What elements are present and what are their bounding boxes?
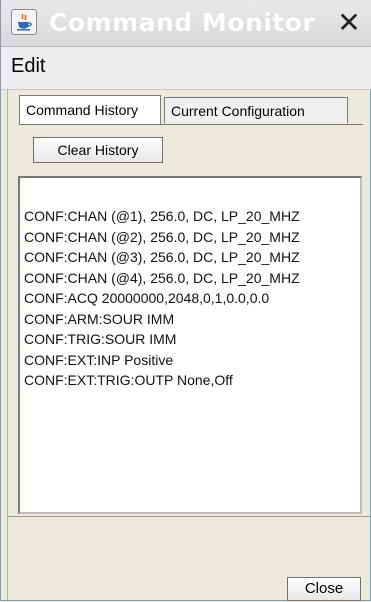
history-list: CONF:CHAN (@1), 256.0, DC, LP_20_MHZ CON… <box>24 206 300 391</box>
panel-left-border <box>7 89 8 602</box>
java-cup-icon <box>11 9 37 35</box>
menu-edit[interactable]: Edit <box>11 55 45 78</box>
history-line: CONF:TRIG:SOUR IMM <box>24 331 177 347</box>
tab-command-history[interactable]: Command History <box>19 95 161 125</box>
close-button[interactable]: Close <box>287 577 361 601</box>
window-title: Command Monitor <box>49 8 316 37</box>
tab-divider <box>19 124 363 125</box>
history-line: CONF:ARM:SOUR IMM <box>24 310 175 327</box>
history-line: CONF:EXT:TRIG:OUTP None,Off <box>24 372 233 388</box>
history-line: CONF:CHAN (@1), 256.0, DC, LP_20_MHZ <box>24 208 300 224</box>
title-bar[interactable]: Command Monitor ✕ <box>1 0 371 47</box>
close-icon[interactable]: ✕ <box>334 9 364 37</box>
history-line: CONF:ACQ 20000000,2048,0,1,0.0,0.0 <box>24 290 270 306</box>
panel-separator <box>8 516 370 517</box>
tab-current-configuration[interactable]: Current Configuration <box>164 97 348 123</box>
history-line: CONF:EXT:INP Positive <box>24 351 174 368</box>
menu-bar: Edit <box>1 47 371 90</box>
history-line: CONF:CHAN (@2), 256.0, DC, LP_20_MHZ <box>24 228 300 245</box>
history-line: CONF:CHAN (@3), 256.0, DC, LP_20_MHZ <box>24 249 300 265</box>
command-history-textarea[interactable]: CONF:CHAN (@1), 256.0, DC, LP_20_MHZ CON… <box>18 176 362 514</box>
history-line: CONF:CHAN (@4), 256.0, DC, LP_20_MHZ <box>24 269 300 286</box>
clear-history-button[interactable]: Clear History <box>33 137 163 163</box>
command-monitor-window: Command Monitor ✕ Edit Command History C… <box>0 0 371 602</box>
